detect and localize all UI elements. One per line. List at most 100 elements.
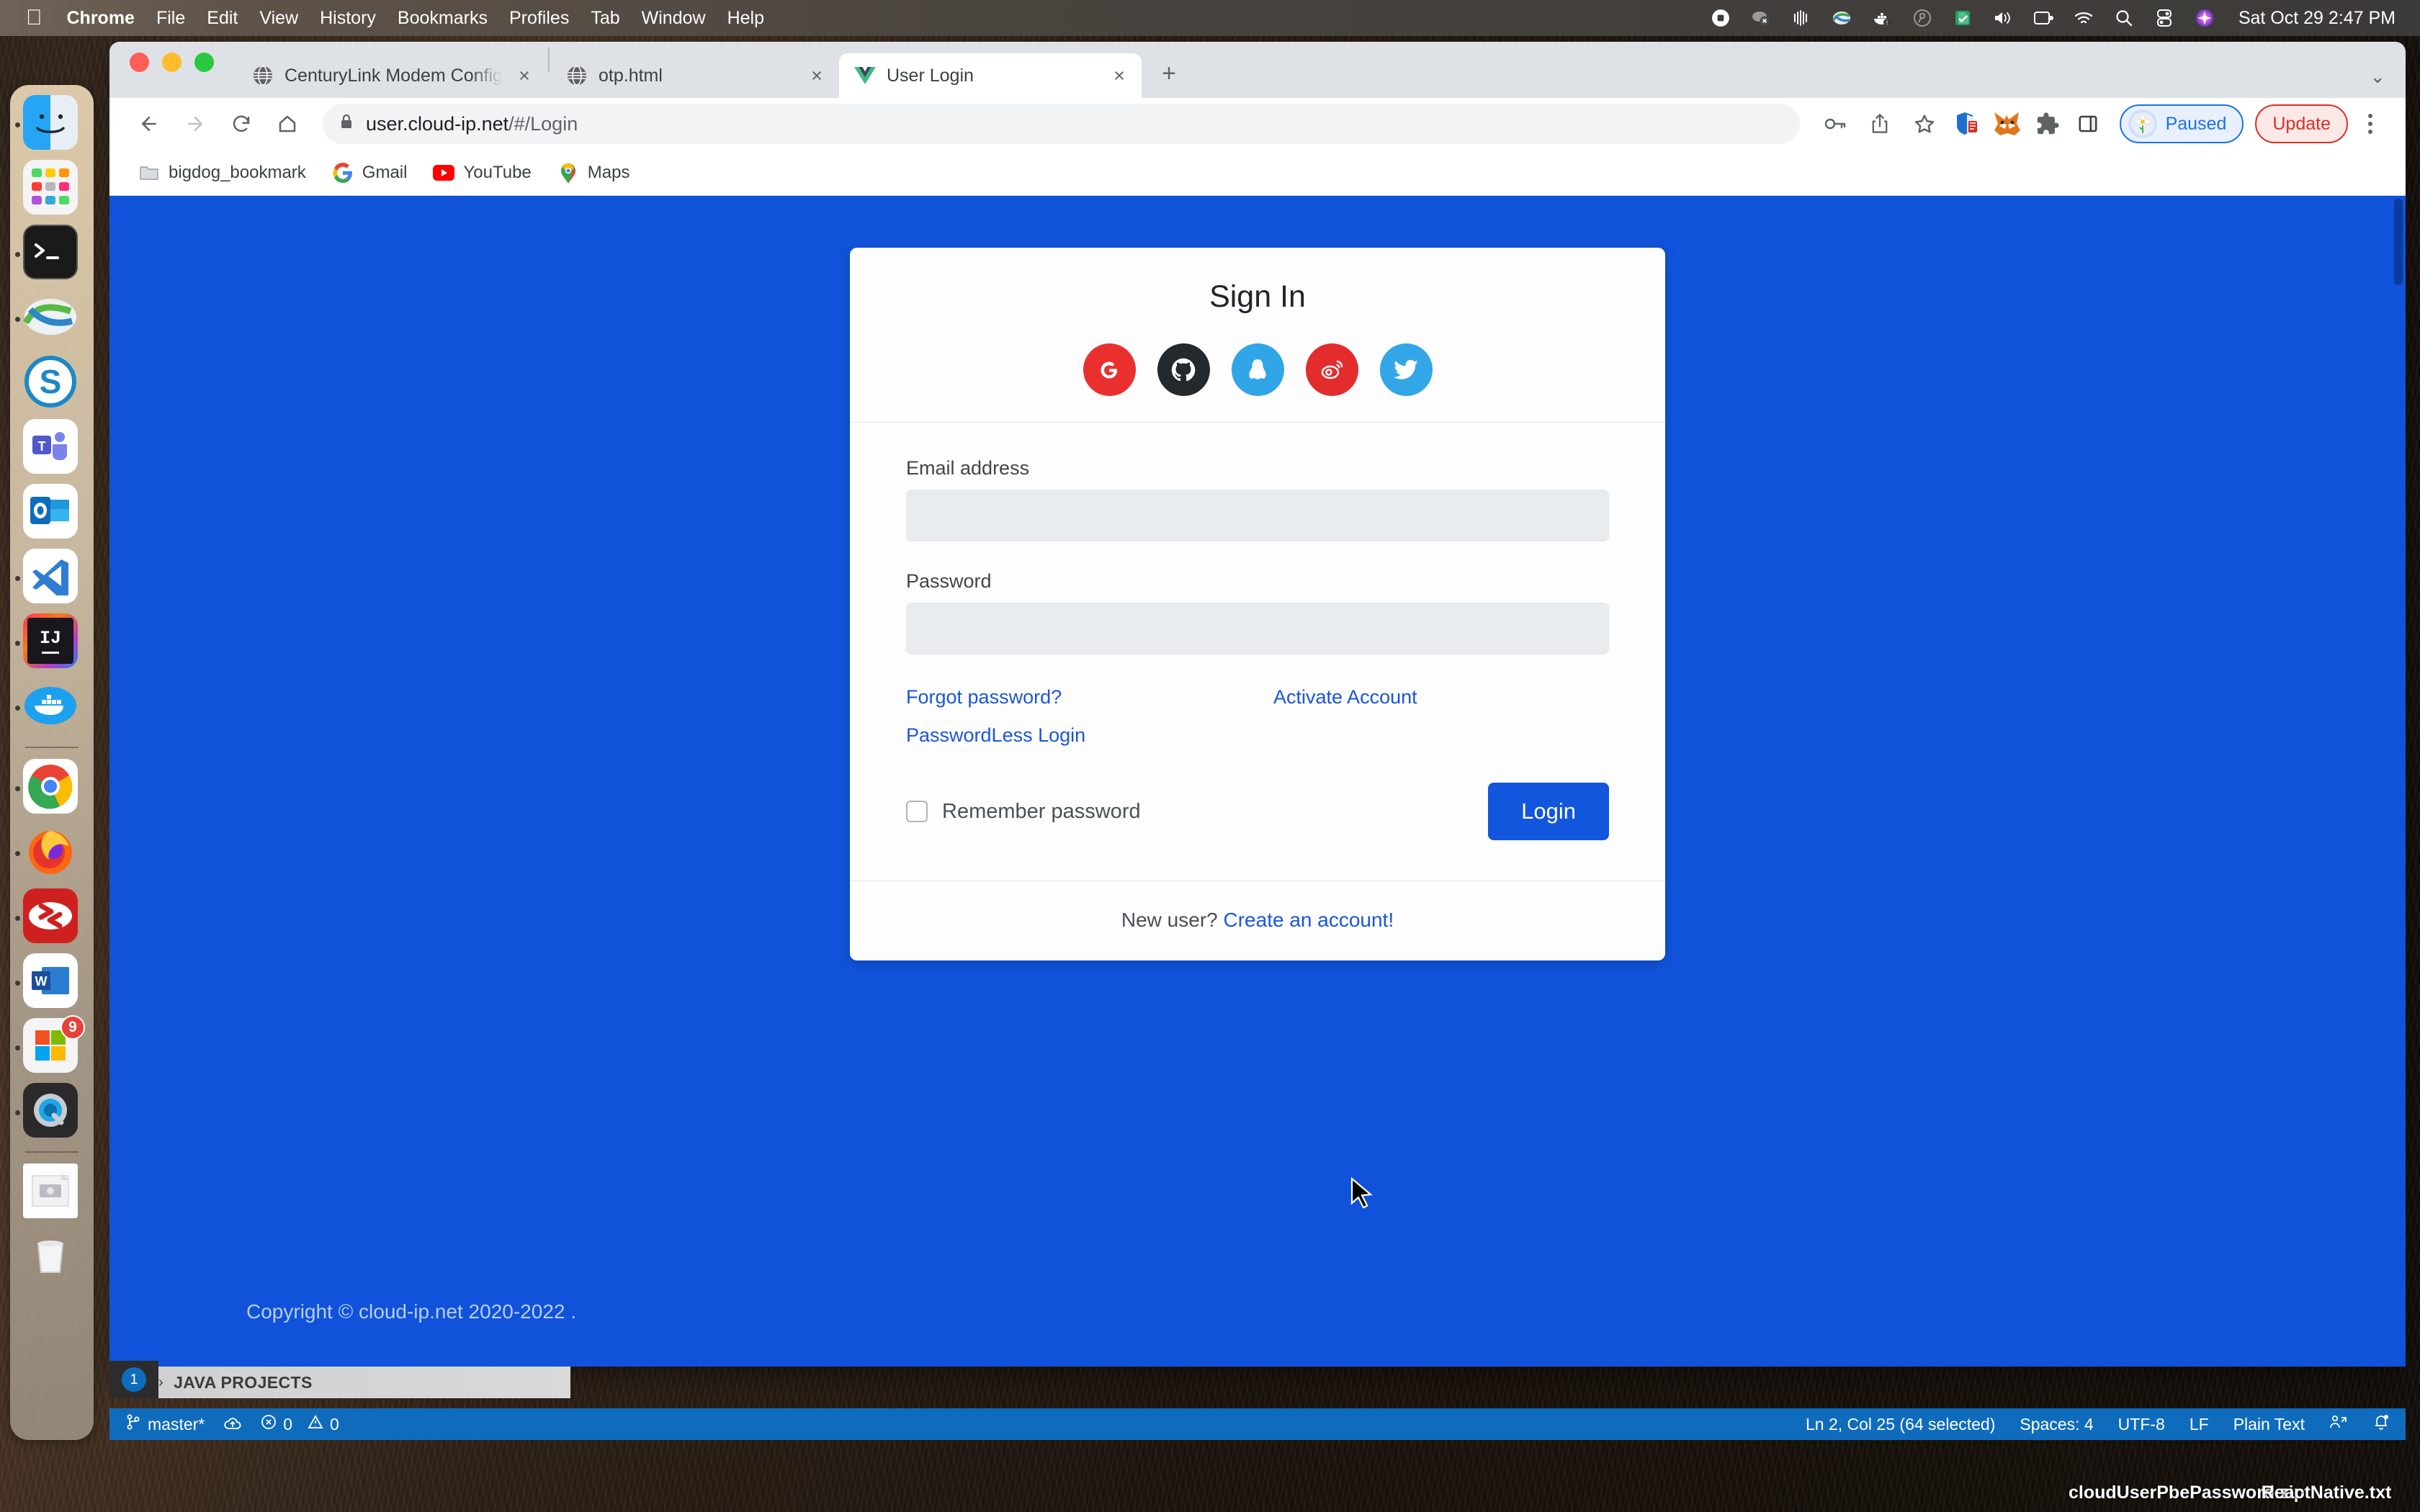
remember-password-checkbox-group[interactable]: Remember password (906, 800, 1141, 824)
star-icon[interactable] (1904, 103, 1945, 145)
email-input[interactable] (906, 490, 1609, 541)
bookmark-youtube[interactable]: YouTube (423, 156, 541, 190)
vscode-eol[interactable]: LF (2190, 1415, 2209, 1434)
remember-password-checkbox[interactable] (906, 801, 928, 822)
control-center-icon[interactable] (2154, 7, 2175, 29)
dock-item-trash[interactable] (23, 1228, 81, 1286)
dock-item-docker[interactable] (15, 678, 81, 736)
vscode-cursor-position[interactable]: Ln 2, Col 25 (64 selected) (1806, 1415, 1995, 1434)
chevron-right-icon[interactable]: › (158, 1374, 163, 1391)
dock-item-google-chrome[interactable] (15, 759, 81, 816)
dock-item-microsoft-office[interactable]: 9 (15, 1015, 85, 1076)
dock-item-microsoft-teams[interactable]: T (23, 419, 81, 477)
side-panel-icon[interactable] (2069, 105, 2107, 143)
social-login-github[interactable] (1157, 343, 1210, 396)
dock-item-quicktime-player[interactable] (15, 1083, 81, 1140)
password-input[interactable] (906, 603, 1609, 654)
live-share-icon[interactable] (2329, 1413, 2348, 1435)
update-button[interactable]: Update (2255, 104, 2348, 143)
menu-item-file[interactable]: File (156, 8, 185, 29)
dock-item-firefox[interactable] (15, 824, 81, 881)
maximize-window-button[interactable] (194, 52, 214, 72)
vscode-language-mode[interactable]: Plain Text (2233, 1415, 2305, 1434)
volume-icon[interactable] (1992, 7, 2014, 29)
desktop-file[interactable]: ReactNative.txt (2249, 1482, 2404, 1504)
back-arrow-icon[interactable] (128, 103, 170, 145)
social-login-google[interactable] (1083, 343, 1136, 396)
share-icon[interactable] (1859, 103, 1901, 145)
bookmark-bigdog-bookmark[interactable]: bigdog_bookmark (128, 156, 316, 190)
menu-item-bookmarks[interactable]: Bookmarks (398, 8, 488, 29)
social-login-qq[interactable] (1231, 343, 1284, 396)
vscode-problems-item[interactable]: 0 0 (261, 1414, 339, 1434)
address-bar[interactable]: user.cloud-ip.net/#/Login (323, 104, 1800, 144)
siri-icon[interactable] (2194, 7, 2215, 29)
equalizer-icon[interactable] (1791, 7, 1812, 29)
create-account-link[interactable]: Create an account! (1224, 909, 1394, 931)
menu-item-chrome[interactable]: Chrome (67, 8, 135, 29)
forward-arrow-icon[interactable] (174, 103, 216, 145)
home-icon[interactable] (266, 103, 308, 145)
dock-item-skype[interactable]: S (23, 354, 81, 412)
dock-item-launchpad[interactable] (23, 160, 81, 217)
vscode-encoding[interactable]: UTF-8 (2118, 1415, 2165, 1434)
new-tab-button[interactable]: + (1153, 58, 1185, 89)
dock-item-microsoft-word[interactable]: W (15, 953, 81, 1011)
page-scrollbar[interactable] (2391, 196, 2406, 1367)
puzzle-piece-icon[interactable] (2029, 105, 2066, 143)
tab-user-login[interactable]: User Login × (839, 53, 1142, 98)
record-icon[interactable] (1710, 7, 1731, 29)
kebab-menu-icon[interactable] (2354, 104, 2387, 143)
minimize-window-button[interactable] (162, 52, 182, 72)
vscode-indentation[interactable]: Spaces: 4 (2020, 1415, 2093, 1434)
activate-account-link[interactable]: Activate Account (1273, 686, 1417, 708)
menu-clock[interactable]: Sat Oct 29 2:47 PM (2238, 8, 2396, 29)
menu-item-profiles[interactable]: Profiles (509, 8, 569, 29)
forgot-password-link[interactable]: Forgot password? (906, 686, 1062, 708)
spotlight-search-icon[interactable] (2113, 7, 2135, 29)
dock-item-sublime-merge[interactable] (15, 888, 81, 946)
bookmark-maps[interactable]: Maps (547, 156, 640, 190)
tab-close-icon[interactable]: × (805, 63, 829, 88)
social-login-weibo[interactable] (1305, 343, 1358, 396)
tunnelblick-icon[interactable] (1831, 7, 1852, 29)
tab-centurylink-modem-configuration[interactable]: CenturyLink Modem Configura × (237, 53, 547, 98)
close-window-button[interactable] (130, 52, 149, 72)
vscode-branch-item[interactable]: master* (125, 1413, 205, 1435)
key-icon[interactable] (1814, 103, 1856, 145)
tab-close-icon[interactable]: × (512, 63, 537, 88)
docker-icon[interactable]: ! (1871, 7, 1893, 29)
scrollbar-thumb[interactable] (2394, 199, 2403, 285)
menu-item-window[interactable]: Window (642, 8, 706, 29)
menu-item-edit[interactable]: Edit (207, 8, 238, 29)
cloud-sync-icon[interactable] (223, 1416, 242, 1432)
tab-otp-html[interactable]: otp.html × (551, 53, 839, 98)
reload-icon[interactable] (220, 103, 262, 145)
display-icon[interactable] (2033, 7, 2054, 29)
search-grey-icon[interactable] (1912, 7, 1933, 29)
adblock-icon[interactable] (1948, 105, 1986, 143)
vscode-explorer-section[interactable]: › JAVA PROJECTS (109, 1367, 570, 1398)
metamask-fox-icon[interactable] (1989, 105, 2026, 143)
chevron-down-icon[interactable]: ⌄ (2370, 66, 2385, 88)
dock-item-intellij-idea[interactable]: IJ (15, 613, 81, 671)
dock-item-visual-studio-code[interactable] (15, 549, 81, 606)
dock-item-finder[interactable] (15, 95, 81, 153)
dock-item-sourcetree[interactable] (15, 289, 81, 347)
green-check-icon[interactable] (1952, 7, 1973, 29)
passwordless-login-link[interactable]: PasswordLess Login (906, 724, 1085, 746)
profile-paused-chip[interactable]: Paused (2119, 104, 2244, 143)
dock-item-disk-image[interactable] (23, 1164, 81, 1221)
tab-close-icon[interactable]: × (1107, 63, 1131, 88)
lock-icon[interactable] (339, 113, 354, 135)
dock-item-microsoft-outlook[interactable] (23, 484, 81, 541)
cloud-off-icon[interactable] (1750, 7, 1772, 29)
login-button[interactable]: Login (1488, 783, 1609, 840)
menu-item-help[interactable]: Help (727, 8, 764, 29)
notification-bell-dot-icon[interactable] (2372, 1413, 2390, 1436)
menu-item-history[interactable]: History (320, 8, 376, 29)
bookmark-gmail[interactable]: Gmail (322, 156, 418, 190)
menu-item-view[interactable]: View (259, 8, 298, 29)
menu-item-tab[interactable]: Tab (591, 8, 619, 29)
apple-icon[interactable]:  (26, 7, 42, 29)
